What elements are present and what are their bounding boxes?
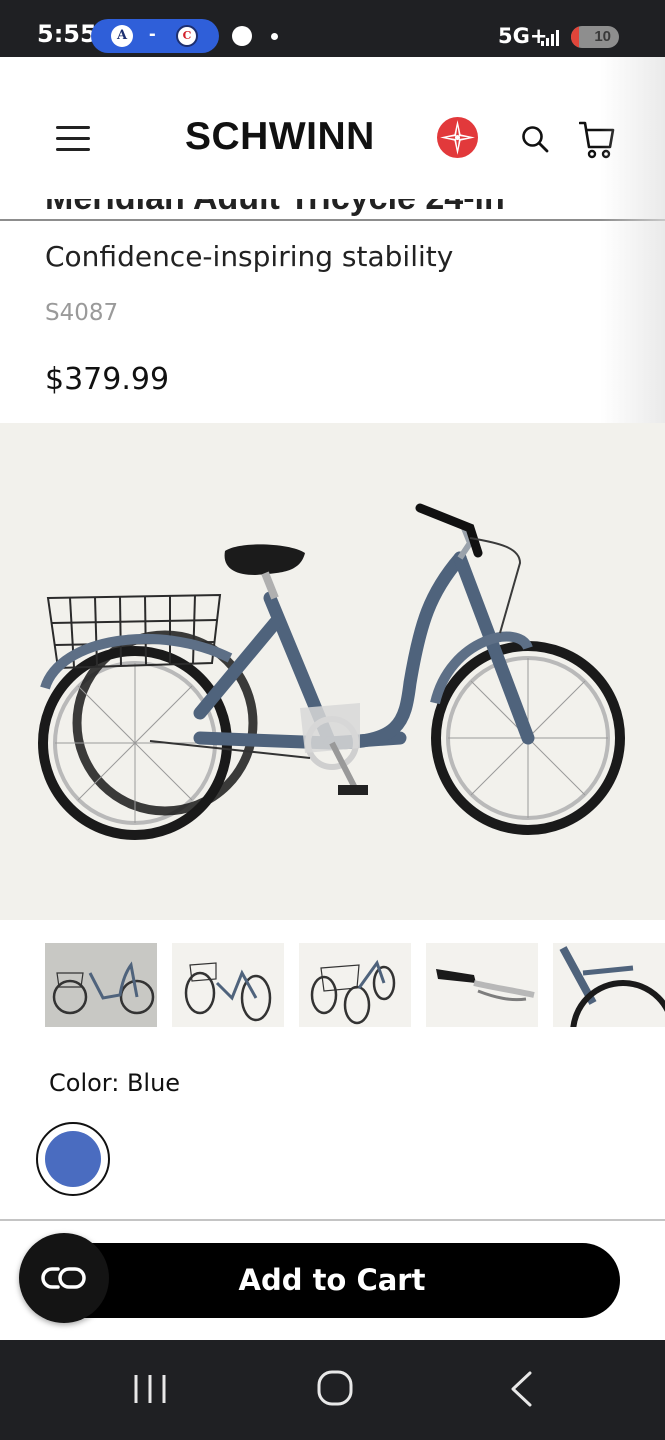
- cart-icon[interactable]: [579, 120, 615, 160]
- search-icon[interactable]: [521, 125, 549, 153]
- thumbnail-1[interactable]: [45, 943, 157, 1027]
- product-subtitle: Confidence-inspiring stability: [45, 240, 454, 273]
- battery-icon: 10: [571, 26, 619, 48]
- link-toggle-icon: [41, 1267, 86, 1289]
- status-time: 5:55: [37, 20, 97, 48]
- thumbnail-image: [184, 962, 272, 1022]
- thumbnail-image: [559, 946, 665, 1027]
- braves-logo-icon: A: [111, 25, 133, 47]
- status-bar: 5:55 A - C 5G+ 10: [0, 0, 665, 57]
- recent-apps-icon[interactable]: [133, 1373, 167, 1405]
- thumbnail-image: [52, 961, 155, 1015]
- product-title: Meridian Adult Tricycle 24-in: [45, 199, 605, 215]
- home-icon[interactable]: [317, 1370, 353, 1406]
- color-label: Color: Blue: [49, 1069, 181, 1097]
- product-price: $379.99: [45, 362, 170, 397]
- thumbnail-3[interactable]: [299, 943, 411, 1027]
- cubs-logo-icon: C: [176, 25, 198, 47]
- battery-percent: 10: [594, 28, 611, 45]
- thumbnail-image: [436, 969, 535, 1002]
- thumbnail-image: [310, 959, 396, 1025]
- schwinn-star-icon: [437, 117, 478, 158]
- menu-icon[interactable]: [56, 126, 90, 152]
- thumbnail-5[interactable]: [553, 943, 665, 1027]
- product-hero-image[interactable]: [0, 423, 665, 920]
- swatch-fill: [45, 1131, 101, 1187]
- score-separator: -: [149, 23, 156, 45]
- thumbnail-4[interactable]: [426, 943, 538, 1027]
- signal-icon: [541, 30, 559, 46]
- thumbnail-2[interactable]: [172, 943, 284, 1027]
- system-nav-bar: [0, 1340, 665, 1440]
- live-score-pill[interactable]: A - C: [91, 19, 219, 53]
- accessibility-widget-button[interactable]: [19, 1233, 109, 1323]
- brand-logo[interactable]: SCHWINN: [185, 115, 375, 159]
- baseball-icon: [232, 26, 252, 46]
- product-sku: S4087: [45, 300, 119, 326]
- back-icon[interactable]: [509, 1371, 533, 1407]
- add-to-cart-button[interactable]: Add to Cart: [44, 1243, 620, 1318]
- site-header: SCHWINN: [0, 57, 665, 221]
- divider: [0, 1219, 665, 1221]
- notification-dot-icon: [271, 33, 278, 40]
- tricycle-illustration: [38, 503, 625, 840]
- product-title-partial: Meridian Adult Tricycle 24-in: [45, 199, 605, 221]
- battery-level: [571, 26, 579, 48]
- color-swatch-blue[interactable]: [36, 1122, 110, 1196]
